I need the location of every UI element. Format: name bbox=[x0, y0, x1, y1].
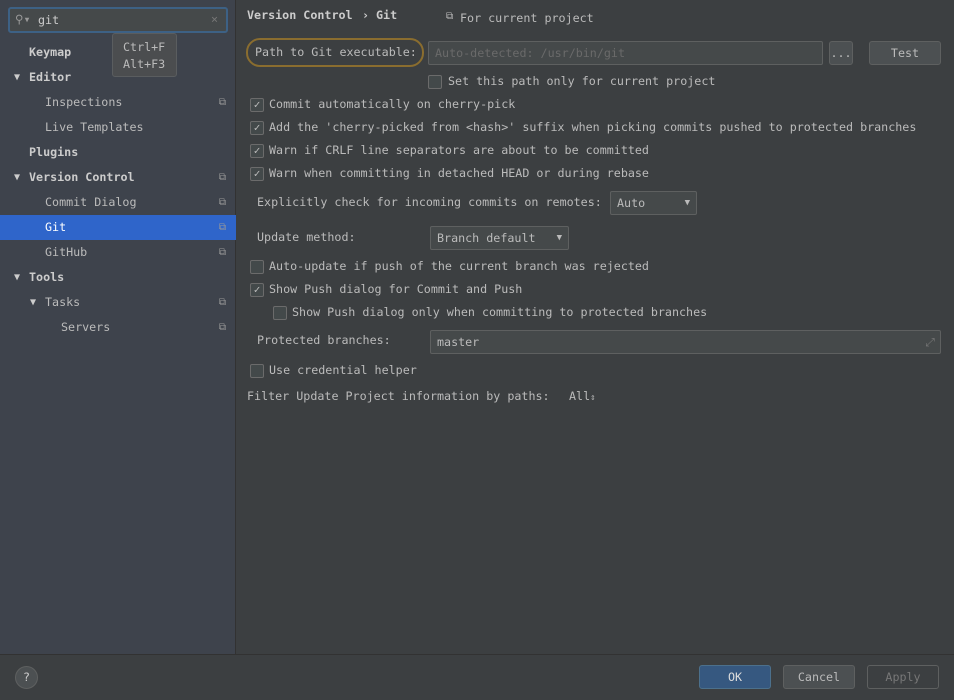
credential-checkbox[interactable] bbox=[250, 364, 264, 378]
ok-button[interactable]: OK bbox=[699, 665, 771, 689]
filter-label: Filter Update Project information by pat… bbox=[247, 389, 550, 403]
detached-label: Warn when committing in detached HEAD or… bbox=[269, 166, 649, 180]
tree-item-label: Keymap bbox=[29, 45, 72, 59]
breadcrumb-parent[interactable]: Version Control bbox=[247, 8, 353, 22]
expand-arrow-icon[interactable]: ▼ bbox=[14, 165, 20, 190]
clear-icon[interactable]: × bbox=[211, 12, 218, 26]
protected-branches-input[interactable]: master ⤢ bbox=[430, 330, 941, 354]
git-path-input[interactable]: Auto-detected: /usr/bin/git bbox=[428, 41, 823, 65]
tree-item-label: Commit Dialog bbox=[45, 195, 137, 209]
show-push-label: Show Push dialog for Commit and Push bbox=[269, 282, 523, 296]
tree-item[interactable]: Git ⧉ bbox=[0, 215, 236, 240]
tree-item-label: Plugins bbox=[29, 145, 79, 159]
tree-item-label: Inspections bbox=[45, 95, 123, 109]
protected-branches-value: master bbox=[437, 335, 480, 349]
auto-update-label: Auto-update if push of the current branc… bbox=[269, 259, 649, 273]
show-push-protected-label: Show Push dialog only when committing to… bbox=[292, 305, 708, 319]
only-project-checkbox[interactable] bbox=[428, 75, 442, 89]
only-project-label: Set this path only for current project bbox=[448, 74, 716, 88]
chevron-down-icon: ▼ bbox=[556, 233, 562, 243]
show-push-protected-checkbox[interactable] bbox=[273, 306, 287, 320]
breadcrumb-separator: › bbox=[362, 8, 370, 22]
search-icon: ⚲▾ bbox=[15, 12, 31, 26]
git-path-label: Path to Git executable: bbox=[246, 38, 424, 67]
show-push-checkbox[interactable]: ✓ bbox=[250, 283, 264, 297]
credential-label: Use credential helper bbox=[269, 363, 417, 377]
cherry-suffix-checkbox[interactable]: ✓ bbox=[250, 121, 264, 135]
tree-item[interactable]: Servers ⧉ bbox=[0, 315, 236, 340]
tree-item-label: Editor bbox=[29, 70, 72, 84]
project-scope-icon: ⧉ bbox=[218, 322, 226, 333]
search-value: git bbox=[38, 13, 60, 27]
project-scope-icon: ⧉ bbox=[218, 97, 226, 108]
update-method-dropdown[interactable]: Branch default ▼ bbox=[430, 226, 569, 250]
settings-sidebar: ⚲▾ git × Keymap ▼ Editor Inspections ⧉ Live T… bbox=[0, 0, 236, 654]
update-method-value: Branch default bbox=[437, 231, 536, 245]
test-button[interactable]: Test bbox=[869, 41, 941, 65]
dialog-footer: ? OK Cancel Apply bbox=[0, 654, 954, 700]
project-scope-icon: ⧉ bbox=[218, 247, 226, 258]
expand-icon[interactable]: ⤢ bbox=[926, 331, 935, 353]
expand-arrow-icon[interactable]: ▼ bbox=[14, 265, 20, 290]
filter-value: All bbox=[569, 389, 591, 403]
tree-item[interactable]: Plugins bbox=[0, 140, 236, 165]
filter-dropdown[interactable]: All⇕ bbox=[569, 389, 596, 403]
tooltip-line: Alt+F3 bbox=[123, 57, 166, 71]
cherry-suffix-label: Add the 'cherry-picked from <hash>' suff… bbox=[269, 120, 917, 134]
help-button[interactable]: ? bbox=[15, 666, 38, 689]
project-scope-icon: ⧉ bbox=[218, 197, 226, 208]
tree-item[interactable]: Commit Dialog ⧉ bbox=[0, 190, 236, 215]
tree-item-label: Tasks bbox=[45, 295, 81, 309]
tree-item[interactable]: ▼ Tools bbox=[0, 265, 236, 290]
breadcrumb-current: Git bbox=[376, 8, 398, 22]
protected-branches-label: Protected branches: bbox=[257, 333, 391, 347]
incoming-dropdown[interactable]: Auto ▼ bbox=[610, 191, 697, 215]
tree-item[interactable]: Live Templates bbox=[0, 115, 236, 140]
search-tooltip: Ctrl+F Alt+F3 bbox=[112, 33, 177, 77]
incoming-value: Auto bbox=[617, 196, 646, 210]
crlf-checkbox[interactable]: ✓ bbox=[250, 144, 264, 158]
cherry-pick-label: Commit automatically on cherry-pick bbox=[269, 97, 516, 111]
project-scope-icon: ⧉ bbox=[218, 297, 226, 308]
apply-button[interactable]: Apply bbox=[867, 665, 939, 689]
tree-item-label: GitHub bbox=[45, 245, 88, 259]
scope-label: For current project bbox=[460, 11, 594, 25]
tree-item-label: Version Control bbox=[29, 170, 135, 184]
tree-item[interactable]: ▼ Tasks ⧉ bbox=[0, 290, 236, 315]
tree-item[interactable]: ▼ Version Control ⧉ bbox=[0, 165, 236, 190]
chevron-down-icon: ▼ bbox=[684, 198, 690, 208]
tree-item[interactable]: Inspections ⧉ bbox=[0, 90, 236, 115]
cherry-pick-checkbox[interactable]: ✓ bbox=[250, 98, 264, 112]
incoming-label: Explicitly check for incoming commits on… bbox=[257, 195, 602, 209]
cancel-button[interactable]: Cancel bbox=[783, 665, 855, 689]
tree-item-label: Live Templates bbox=[45, 120, 144, 134]
tree-item-label: Git bbox=[45, 220, 67, 234]
expand-arrow-icon[interactable]: ▼ bbox=[14, 65, 20, 90]
tooltip-line: Ctrl+F bbox=[123, 40, 166, 54]
expand-arrow-icon[interactable]: ▼ bbox=[30, 290, 36, 315]
auto-update-checkbox[interactable] bbox=[250, 260, 264, 274]
crlf-label: Warn if CRLF line separators are about t… bbox=[269, 143, 649, 157]
tree-item[interactable]: GitHub ⧉ bbox=[0, 240, 236, 265]
copy-icon: ⧉ bbox=[446, 11, 454, 22]
breadcrumb: Version Control › Git ⧉ For current proj… bbox=[237, 0, 954, 34]
updown-icon: ⇕ bbox=[590, 393, 596, 403]
browse-button[interactable]: ... bbox=[829, 41, 853, 65]
search-input[interactable]: ⚲▾ git × bbox=[8, 7, 228, 33]
project-scope-icon: ⧉ bbox=[218, 222, 226, 233]
detached-checkbox[interactable]: ✓ bbox=[250, 167, 264, 181]
project-scope-icon: ⧉ bbox=[218, 172, 226, 183]
tree-item-label: Servers bbox=[61, 320, 111, 334]
update-method-label: Update method: bbox=[257, 230, 356, 244]
tree-item-label: Tools bbox=[29, 270, 65, 284]
